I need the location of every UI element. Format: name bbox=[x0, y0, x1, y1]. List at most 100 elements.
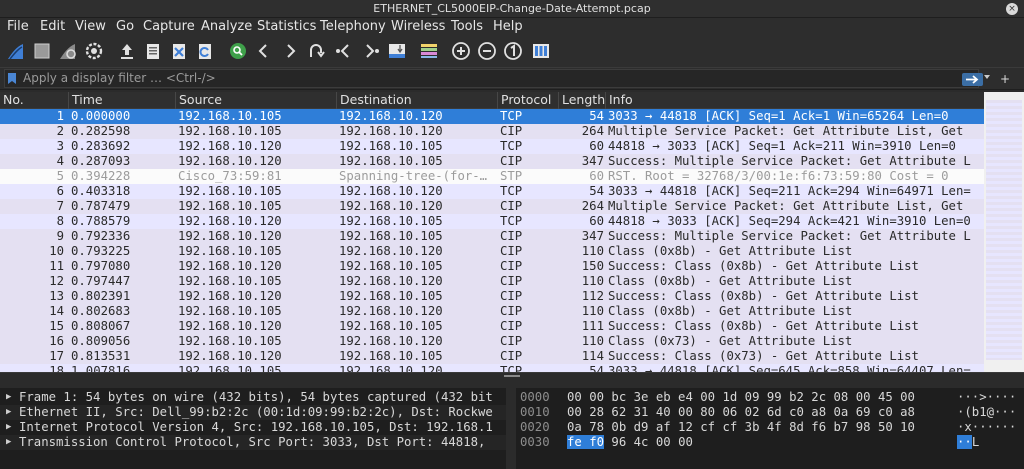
packet-row[interactable]: 5 0.394228 Cisco_73:59:81 Spanning-tree-(fo… bbox=[0, 169, 984, 184]
go-back-button[interactable] bbox=[253, 40, 275, 62]
apply-filter-button[interactable] bbox=[962, 73, 983, 86]
column-source[interactable]: Source bbox=[175, 92, 336, 109]
packet-destination: 192.168.10.105 bbox=[339, 154, 443, 168]
packet-row[interactable]: 10 0.793225 192.168.10.105 192.168.10.120 CI… bbox=[0, 244, 984, 259]
reload-file-button[interactable] bbox=[194, 40, 216, 62]
resize-columns-button[interactable] bbox=[530, 40, 552, 62]
expand-arrow-icon[interactable]: ▶ bbox=[6, 435, 14, 450]
menu-view[interactable]: View bbox=[75, 18, 106, 36]
packet-row[interactable]: 16 0.809056 192.168.10.105 192.168.10.120 CI… bbox=[0, 334, 984, 349]
packet-row[interactable]: 2 0.282598 192.168.10.105 192.168.10.120 CIP… bbox=[0, 124, 984, 139]
packet-row[interactable]: 18 1.007816 192.168.10.105 192.168.10.120 TC… bbox=[0, 364, 984, 372]
column-destination[interactable]: Destination bbox=[336, 92, 497, 109]
packet-row[interactable]: 17 0.813531 192.168.10.120 192.168.10.105 CI… bbox=[0, 349, 984, 364]
packet-row[interactable]: 9 0.792336 192.168.10.120 192.168.10.105 CIP… bbox=[0, 229, 984, 244]
packet-no: 11 bbox=[49, 259, 64, 273]
filter-history-dropdown[interactable] bbox=[984, 75, 990, 79]
menu-file[interactable]: File bbox=[7, 18, 29, 36]
close-window-button[interactable]: × bbox=[1006, 3, 1018, 15]
go-to-packet-button[interactable] bbox=[305, 40, 327, 62]
packet-destination: 192.168.10.120 bbox=[339, 364, 443, 372]
splitter-grip[interactable] bbox=[504, 375, 520, 377]
detail-tcp[interactable]: ▶ Transmission Control Protocol, Src Por… bbox=[0, 435, 506, 450]
zoom-out-button[interactable] bbox=[476, 40, 498, 62]
packet-time: 0.287093 bbox=[71, 154, 131, 168]
packet-protocol: CIP bbox=[500, 154, 523, 168]
close-file-button[interactable] bbox=[168, 40, 190, 62]
packet-time: 0.797447 bbox=[71, 274, 131, 288]
packet-row[interactable]: 1 0.000000 192.168.10.105 192.168.10.120 TCP… bbox=[0, 109, 984, 124]
capture-options-button[interactable] bbox=[83, 40, 105, 62]
normal-size-button[interactable] bbox=[502, 40, 524, 62]
packet-destination: 192.168.10.105 bbox=[339, 319, 443, 333]
hex-row[interactable]: 0030 fe f0 96 4c 00 00 ··L bbox=[516, 435, 1024, 450]
column-protocol[interactable]: Protocol bbox=[497, 92, 558, 109]
menu-go[interactable]: Go bbox=[116, 18, 134, 36]
packet-row[interactable]: 15 0.808067 192.168.10.120 192.168.10.105 CI… bbox=[0, 319, 984, 334]
restart-capture-button[interactable] bbox=[57, 40, 79, 62]
packet-no: 1 bbox=[56, 109, 64, 123]
menu-help[interactable]: Help bbox=[493, 18, 523, 36]
zoom-in-button[interactable] bbox=[450, 40, 472, 62]
packet-source: 192.168.10.120 bbox=[178, 289, 282, 303]
column-no[interactable]: No. bbox=[0, 92, 68, 109]
packet-no: 3 bbox=[56, 139, 64, 153]
hex-row[interactable]: 0020 0a 78 0b d9 af 12 cf cf 3b 4f 8d f6… bbox=[516, 420, 1024, 435]
packet-info: Success: Class (0x8b) - Get Attribute Li… bbox=[608, 259, 919, 273]
packet-protocol: CIP bbox=[500, 319, 523, 333]
go-forward-button[interactable] bbox=[279, 40, 301, 62]
last-packet-button[interactable] bbox=[360, 40, 382, 62]
hex-row[interactable]: 0000 00 00 bc 3e eb e4 00 1d 09 99 b2 2c… bbox=[516, 390, 1024, 405]
detail-ipv4[interactable]: ▶ Internet Protocol Version 4, Src: 192.… bbox=[0, 420, 506, 435]
expand-arrow-icon[interactable]: ▶ bbox=[6, 420, 14, 435]
packet-row[interactable]: 14 0.802683 192.168.10.105 192.168.10.120 CI… bbox=[0, 304, 984, 319]
packet-destination: 192.168.10.120 bbox=[339, 184, 443, 198]
detail-frame[interactable]: ▶ Frame 1: 54 bytes on wire (432 bits), … bbox=[0, 390, 506, 405]
menu-statistics[interactable]: Statistics bbox=[257, 18, 316, 36]
packet-length: 54 bbox=[589, 184, 604, 198]
menu-tools[interactable]: Tools bbox=[451, 18, 483, 36]
menu-wireless[interactable]: Wireless bbox=[391, 18, 445, 36]
packet-destination: 192.168.10.120 bbox=[339, 124, 443, 138]
add-filter-button[interactable]: + bbox=[1000, 72, 1010, 86]
packet-row[interactable]: 12 0.797447 192.168.10.105 192.168.10.120 CI… bbox=[0, 274, 984, 289]
column-length[interactable]: Length bbox=[558, 92, 605, 109]
packet-source: 192.168.10.105 bbox=[178, 199, 282, 213]
packet-info: 44818 → 3033 [ACK] Seq=1 Ack=211 Win=391… bbox=[608, 139, 956, 153]
pane-splitter[interactable] bbox=[0, 372, 1024, 388]
expand-arrow-icon[interactable]: ▶ bbox=[6, 390, 14, 405]
title-bar: ETHERNET_CL5000EIP-Change-Date-Attempt.p… bbox=[0, 0, 1024, 18]
find-icon bbox=[230, 43, 246, 59]
packet-row[interactable]: 7 0.787479 192.168.10.105 192.168.10.120 CIP… bbox=[0, 199, 984, 214]
first-packet-button[interactable] bbox=[333, 40, 355, 62]
detail-ethernet[interactable]: ▶ Ethernet II, Src: Dell_99:b2:2c (00:1d… bbox=[0, 405, 506, 420]
stop-capture-button[interactable] bbox=[31, 40, 53, 62]
packet-row[interactable]: 11 0.797080 192.168.10.120 192.168.10.105 CI… bbox=[0, 259, 984, 274]
window-title: ETHERNET_CL5000EIP-Change-Date-Attempt.p… bbox=[373, 2, 651, 15]
packet-row[interactable]: 3 0.283692 192.168.10.120 192.168.10.105 TCP… bbox=[0, 139, 984, 154]
display-filter-input[interactable]: Apply a display filter … <Ctrl-/> bbox=[4, 69, 983, 88]
menu-capture[interactable]: Capture bbox=[143, 18, 195, 36]
packet-row[interactable]: 8 0.788579 192.168.10.120 192.168.10.105 TCP… bbox=[0, 214, 984, 229]
autoscroll-button[interactable] bbox=[386, 40, 408, 62]
packet-no: 14 bbox=[49, 304, 64, 318]
packet-protocol: TCP bbox=[500, 139, 523, 153]
packet-no: 4 bbox=[56, 154, 64, 168]
hex-row[interactable]: 0010 00 28 62 31 40 00 80 06 02 6d c0 a8… bbox=[516, 405, 1024, 420]
column-info[interactable]: Info bbox=[605, 92, 984, 109]
menu-analyze[interactable]: Analyze bbox=[201, 18, 252, 36]
bookmark-icon[interactable] bbox=[8, 73, 16, 84]
menu-edit[interactable]: Edit bbox=[40, 18, 65, 36]
column-time[interactable]: Time bbox=[68, 92, 175, 109]
expand-arrow-icon[interactable]: ▶ bbox=[6, 405, 14, 420]
save-file-button[interactable] bbox=[142, 40, 164, 62]
menu-telephony[interactable]: Telephony bbox=[320, 18, 386, 36]
packet-row[interactable]: 6 0.403318 192.168.10.105 192.168.10.120 TCP… bbox=[0, 184, 984, 199]
open-file-button[interactable] bbox=[116, 40, 138, 62]
start-capture-button[interactable] bbox=[5, 40, 27, 62]
packet-row[interactable]: 4 0.287093 192.168.10.120 192.168.10.105 CIP… bbox=[0, 154, 984, 169]
packet-minimap[interactable] bbox=[986, 100, 1022, 360]
colorize-button[interactable] bbox=[418, 40, 440, 62]
packet-row[interactable]: 13 0.802391 192.168.10.120 192.168.10.105 CI… bbox=[0, 289, 984, 304]
find-packet-button[interactable] bbox=[227, 40, 249, 62]
